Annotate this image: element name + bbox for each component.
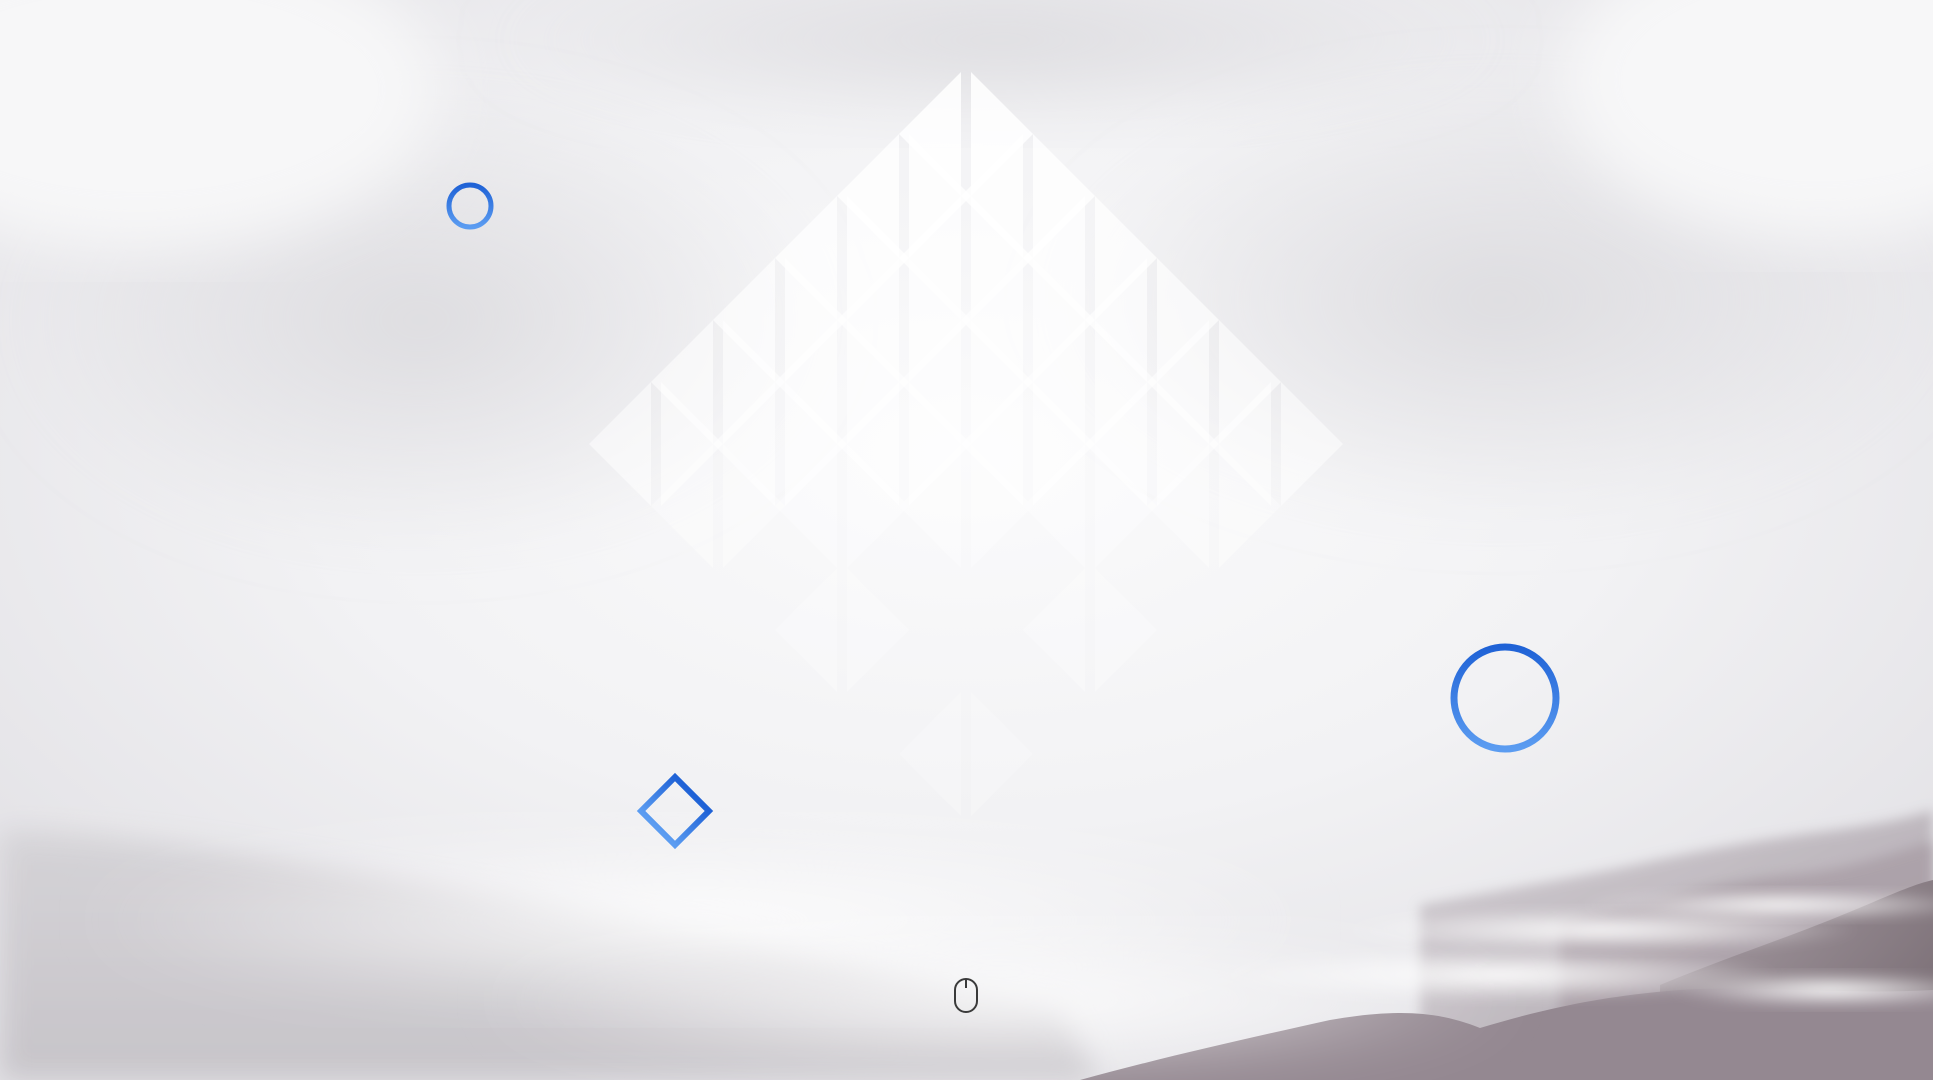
scroll-down-button[interactable]	[952, 977, 980, 1015]
mouse-icon	[954, 978, 978, 1013]
hero-section	[0, 0, 1933, 1080]
mountain-fog-background	[0, 0, 1933, 1080]
